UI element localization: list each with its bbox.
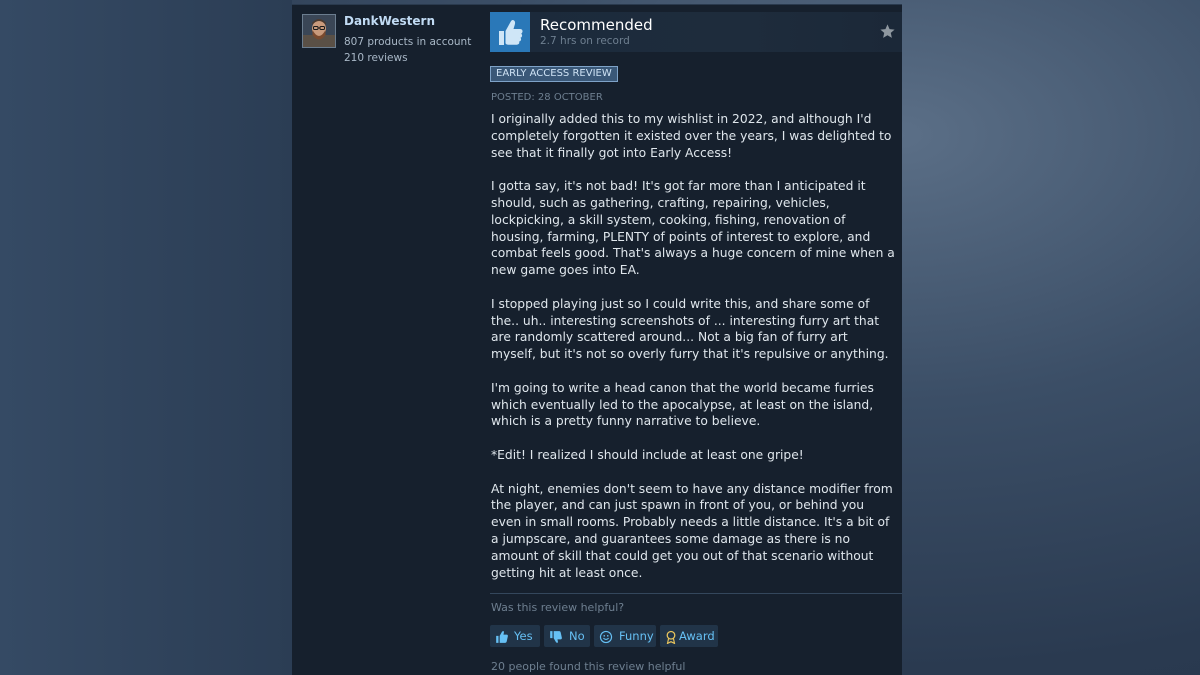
helpful-count: 20 people found this review helpful: [491, 660, 686, 673]
funny-label: Funny: [619, 629, 654, 643]
author-products-count[interactable]: 807 products in account: [344, 36, 471, 48]
yes-button[interactable]: Yes: [490, 625, 540, 647]
author-reviews-count[interactable]: 210 reviews: [344, 52, 408, 64]
helpful-question: Was this review helpful?: [491, 601, 625, 614]
yes-label: Yes: [514, 629, 533, 643]
page-background-left: [0, 0, 292, 675]
hours-on-record: 2.7 hrs on record: [540, 35, 630, 47]
posted-date: POSTED: 28 OCTOBER: [491, 92, 603, 103]
funny-button[interactable]: Funny: [594, 625, 656, 647]
smiley-icon: [599, 629, 613, 644]
review-verdict-header[interactable]: Recommended 2.7 hrs on record: [490, 12, 902, 52]
review-paragraph: I stopped playing just so I could write …: [491, 296, 889, 362]
review-paragraph: *Edit! I realized I should include at le…: [491, 447, 804, 462]
award-ribbon-icon: [664, 629, 678, 645]
review-paragraph: At night, enemies don't seem to have any…: [491, 481, 893, 580]
thumbs-up-icon: [495, 629, 509, 643]
no-button[interactable]: No: [544, 625, 590, 647]
review-paragraph: I'm going to write a head canon that the…: [491, 380, 874, 429]
thumbs-up-icon: [490, 12, 530, 52]
review-paragraph: I originally added this to my wishlist i…: [491, 112, 892, 160]
no-label: No: [569, 629, 585, 643]
author-name[interactable]: DankWestern: [344, 14, 435, 28]
panel-top-border: [292, 4, 902, 5]
review-panel: DankWestern 807 products in account 210 …: [292, 4, 902, 675]
review-verdict: Recommended: [540, 16, 653, 34]
thumbs-down-icon: [549, 629, 563, 643]
star-icon[interactable]: [879, 23, 896, 40]
author-avatar[interactable]: [302, 14, 336, 48]
review-paragraph: I gotta say, it's not bad! It's got far …: [491, 179, 895, 278]
award-label: Award: [679, 629, 715, 643]
review-body: I originally added this to my wishlist i…: [491, 111, 895, 598]
footer-divider: [490, 593, 902, 594]
award-button[interactable]: Award: [660, 625, 718, 647]
early-access-badge: EARLY ACCESS REVIEW: [490, 66, 618, 82]
